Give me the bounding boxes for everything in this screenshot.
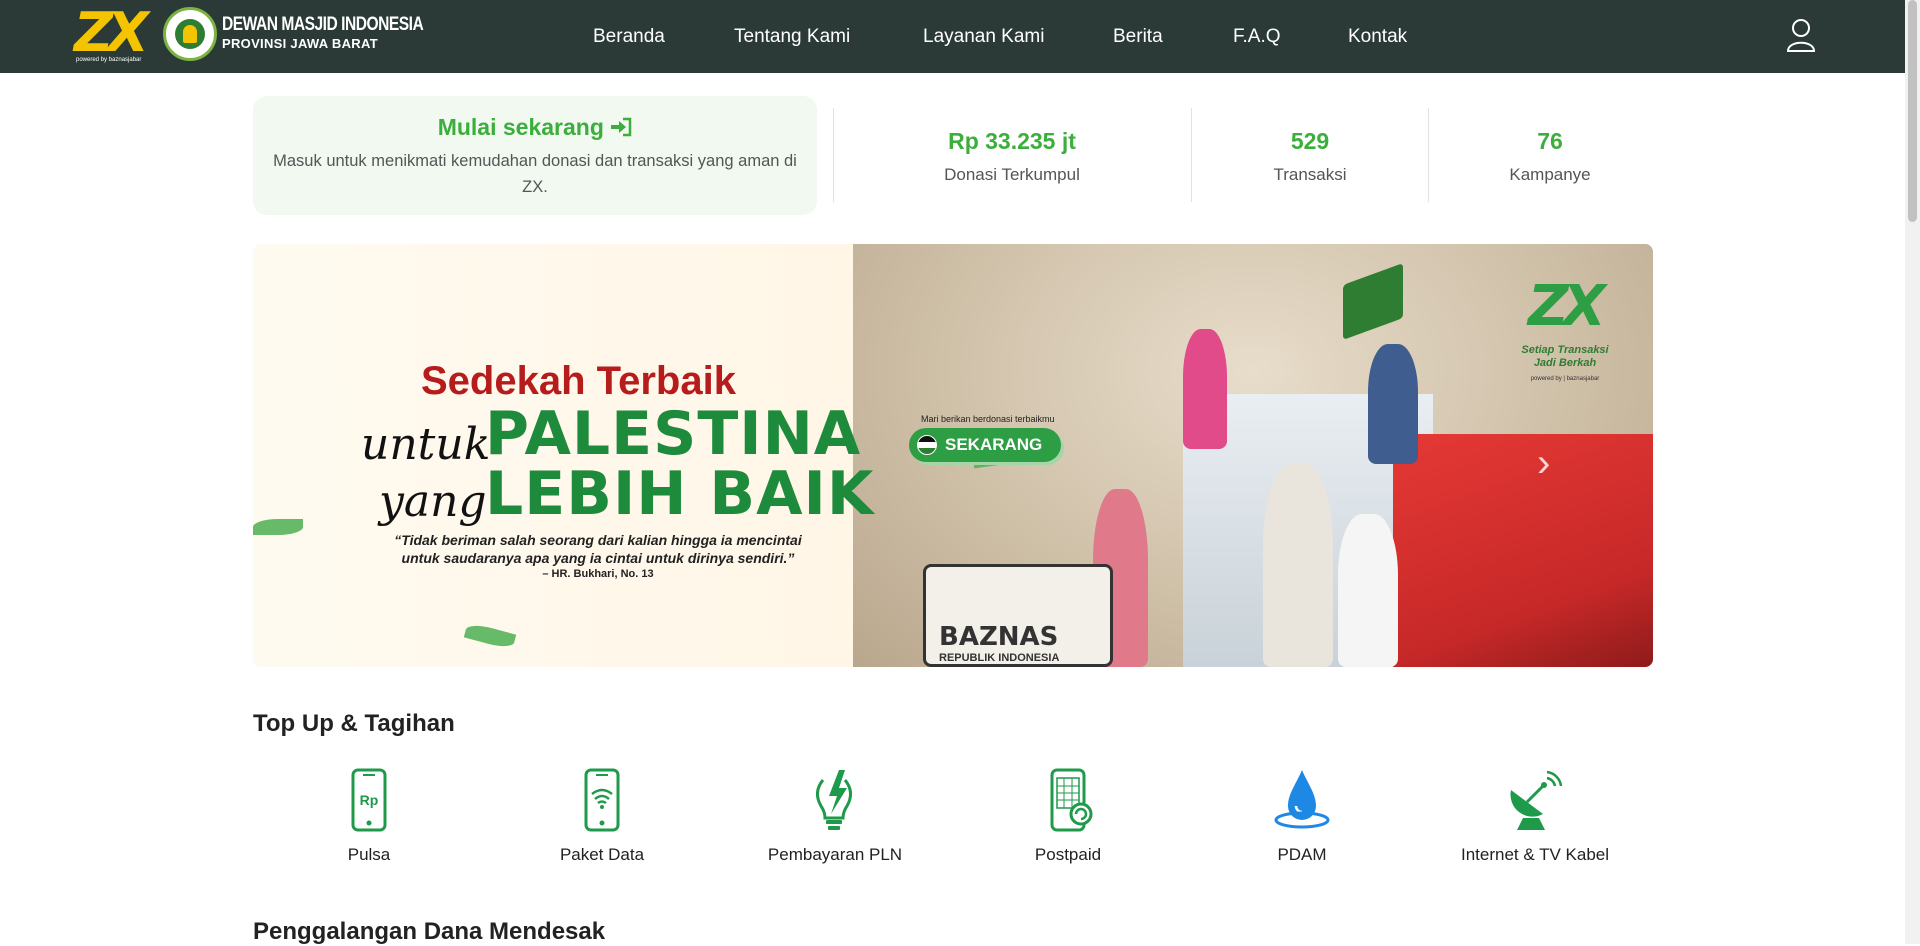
fundraising-section-title: Penggalangan Dana Mendesak [253, 918, 606, 945]
stat-label: Transaksi [1273, 165, 1347, 184]
banner-brand-logo: ZX [1528, 274, 1606, 339]
nav-menu: Beranda Tentang Kami Layanan Kami Berita… [0, 0, 1905, 73]
nav-link-kontak[interactable]: Kontak [1348, 26, 1407, 48]
banner-script-yang: yang [379, 476, 487, 527]
service-internet-tv[interactable]: Internet & TV Kabel [1445, 768, 1625, 865]
child-figure [1368, 344, 1418, 464]
banner-cta-caption: Mari berikan berdonasi terbaikmu [921, 414, 1055, 424]
stat-value: 76 [1537, 128, 1563, 154]
banner-script-untuk: untuk [361, 419, 491, 470]
cta-title-text: Mulai sekarang [437, 114, 604, 140]
service-label: Pulsa [347, 845, 391, 864]
stat-value: 529 [1290, 128, 1330, 154]
water-drop-icon [1274, 770, 1330, 829]
scrollbar-thumb[interactable] [1908, 0, 1917, 222]
service-postpaid[interactable]: Postpaid [978, 768, 1158, 865]
cta-description: Masuk untuk menikmati kemudahan donasi d… [273, 152, 797, 196]
satellite-dish-icon [1510, 770, 1563, 830]
lightbulb-bolt-icon [816, 770, 852, 830]
nav-link-beranda[interactable]: Beranda [593, 26, 665, 48]
banner-cta-label: SEKARANG [945, 435, 1043, 454]
service-pln[interactable]: Pembayaran PLN [745, 768, 925, 865]
service-pulsa[interactable]: Rp Pulsa [279, 768, 459, 865]
service-label: PDAM [1277, 845, 1327, 864]
service-pdam[interactable]: PDAM [1212, 768, 1392, 865]
phone-calculator-icon [1050, 768, 1093, 832]
palestine-flag-icon [917, 435, 937, 455]
svg-text:Rp: Rp [360, 792, 379, 808]
leaf-decoration [463, 621, 517, 651]
top-navbar: ZX powered by baznasjabar DEWAN MASJID I… [0, 0, 1905, 73]
banner-title: Sedekah Terbaik [421, 359, 736, 403]
child-figure [1338, 514, 1398, 667]
bag-text: BAZNAS [939, 622, 1059, 652]
banner-quote: “Tidak beriman salah seorang dari kalian… [394, 532, 802, 566]
service-paket-data[interactable]: Paket Data [512, 768, 692, 865]
leaf-decoration [253, 519, 303, 535]
service-label: Internet & TV Kabel [1460, 845, 1610, 864]
banner-powered-by: powered by | baznasjabar [1530, 376, 1600, 382]
man-figure [1263, 464, 1333, 667]
stat-divider [1428, 108, 1429, 202]
stat-value: Rp 33.235 jt [948, 128, 1076, 154]
login-cta-card[interactable]: Mulai sekarang Masuk untuk menikmati kem… [253, 96, 817, 215]
stat-divider [1191, 108, 1192, 202]
nav-link-berita[interactable]: Berita [1113, 26, 1163, 48]
stat-label: Donasi Terkumpul [944, 165, 1080, 184]
stat-transactions: 529 Transaksi [1220, 108, 1400, 200]
banner-headline-2: LEBIH BAIK [485, 459, 875, 529]
service-label: Pembayaran PLN [767, 845, 903, 864]
hero-banner[interactable]: BAZNAS REPUBLIK INDONESIA Sedekah Terbai… [253, 244, 1653, 667]
user-icon[interactable] [1786, 18, 1816, 52]
stat-donations: Rp 33.235 jt Donasi Terkumpul [884, 108, 1140, 200]
service-label: Paket Data [559, 845, 645, 864]
child-figure [1183, 329, 1227, 449]
phone-rp-icon: Rp [351, 768, 387, 832]
stat-label: Kampanye [1509, 165, 1591, 184]
banner-tagline-2: Jadi Berkah [1533, 357, 1597, 369]
nav-link-layanan-kami[interactable]: Layanan Kami [923, 26, 1044, 48]
nav-link-tentang-kami[interactable]: Tentang Kami [734, 26, 850, 48]
nav-link-faq[interactable]: F.A.Q [1233, 26, 1281, 48]
banner-tagline-1: Setiap Transaksi [1521, 344, 1609, 356]
bag-subtext: REPUBLIK INDONESIA [939, 652, 1060, 664]
cta-title[interactable]: Mulai sekarang [253, 114, 817, 141]
banner-quote-source: – HR. Bukhari, No. 13 [542, 568, 654, 580]
page-scrollbar[interactable] [1905, 0, 1920, 944]
truck-cab-image [1393, 434, 1653, 667]
stat-divider [833, 108, 834, 202]
stat-campaigns: 76 Kampanye [1460, 108, 1640, 200]
service-label: Postpaid [1034, 845, 1102, 864]
chevron-right-icon[interactable]: › [1537, 441, 1550, 486]
topup-section-title: Top Up & Tagihan [253, 710, 455, 737]
phone-wifi-icon [584, 768, 620, 832]
banner-cta-button[interactable]: SEKARANG [909, 428, 1061, 462]
sign-in-icon [611, 117, 632, 137]
